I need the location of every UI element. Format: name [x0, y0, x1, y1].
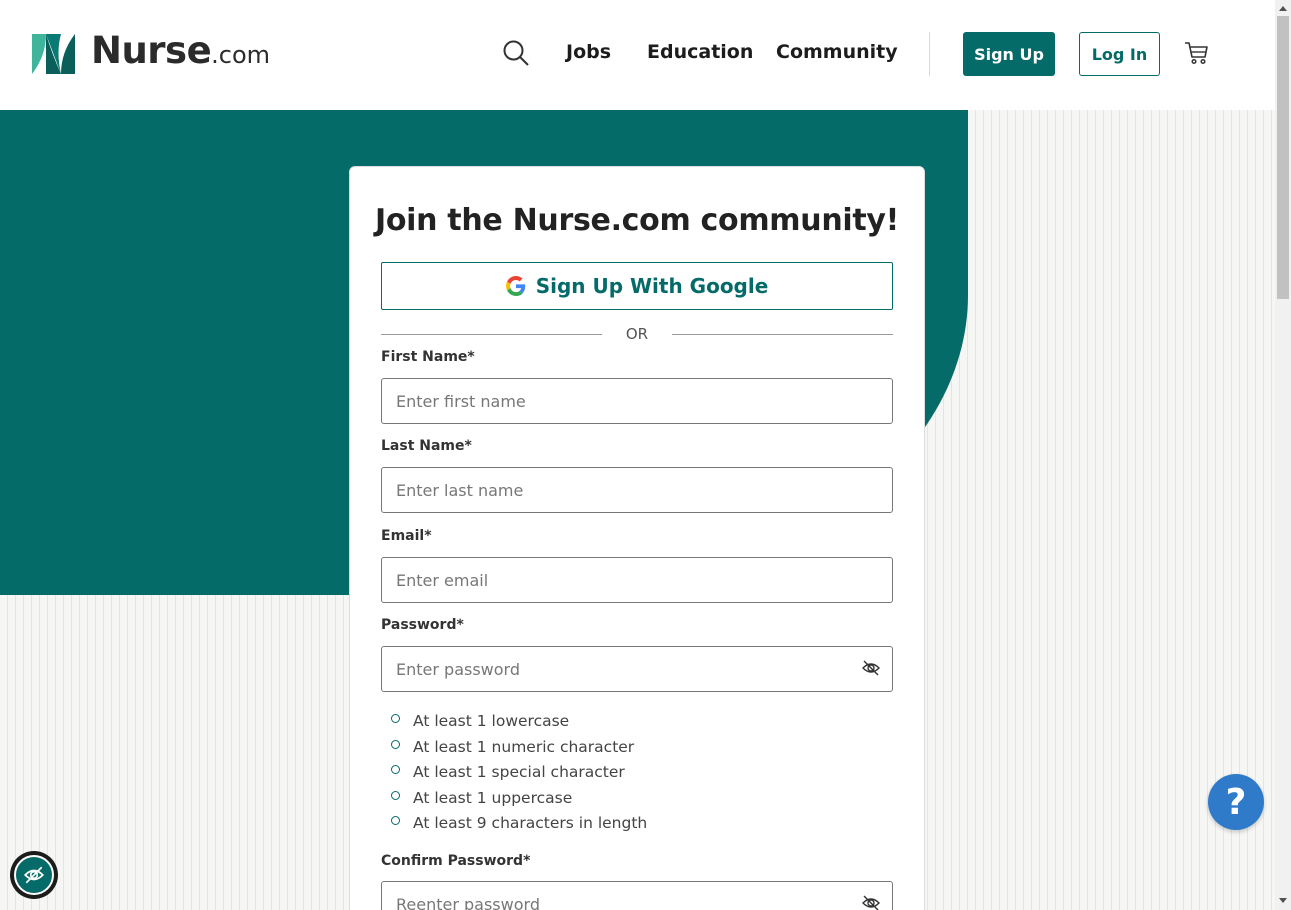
login-button[interactable]: Log In [1079, 32, 1160, 76]
nav-community[interactable]: Community [776, 39, 898, 65]
brand-logo[interactable]: Nurse.com [32, 32, 270, 74]
requirement-status-icon [391, 714, 400, 723]
eye-slash-icon [23, 866, 45, 884]
first-name-input[interactable] [381, 378, 893, 424]
toggle-confirm-password-visibility-icon[interactable] [861, 893, 881, 910]
or-line-right [672, 334, 893, 335]
form-title: Join the Nurse.com community! [374, 203, 900, 238]
requirement-status-icon [391, 739, 400, 749]
last-name-label: Last Name* [381, 438, 472, 454]
password-input[interactable] [381, 646, 893, 692]
google-signup-button[interactable]: Sign Up With Google [381, 262, 893, 310]
nav-education[interactable]: Education [647, 39, 753, 65]
accessibility-button[interactable] [10, 851, 58, 899]
requirement-status-icon [391, 816, 400, 826]
requirement-item: At least 1 special character [389, 762, 647, 788]
help-question-icon: ? [1225, 781, 1247, 823]
requirement-status-icon [391, 790, 400, 800]
confirm-password-input[interactable] [381, 881, 893, 910]
help-button[interactable]: ? [1208, 774, 1264, 830]
scrollbar-thumb[interactable] [1277, 16, 1289, 299]
signup-card: Join the Nurse.com community! Sign Up Wi… [349, 166, 925, 910]
google-icon [505, 276, 525, 296]
requirement-item: At least 1 uppercase [389, 788, 647, 814]
brand-name: Nurse.com [91, 29, 271, 72]
or-divider: OR [381, 324, 893, 344]
nav-divider [929, 32, 930, 76]
scroll-down-arrow-icon[interactable] [1279, 898, 1287, 903]
last-name-input[interactable] [381, 467, 893, 513]
scroll-up-arrow-icon[interactable] [1279, 6, 1287, 11]
toggle-password-visibility-icon[interactable] [861, 658, 881, 678]
nav-jobs[interactable]: Jobs [566, 39, 611, 65]
requirement-item: At least 1 numeric character [389, 737, 647, 763]
requirement-item: At least 9 characters in length [389, 813, 647, 839]
password-requirements: At least 1 lowercase At least 1 numeric … [389, 711, 647, 839]
nurse-logo-icon [32, 34, 75, 74]
password-label: Password* [381, 617, 464, 633]
requirement-status-icon [391, 765, 400, 775]
page-scrollbar[interactable] [1275, 0, 1291, 910]
signup-button[interactable]: Sign Up [963, 32, 1055, 76]
google-signup-label: Sign Up With Google [535, 274, 769, 298]
accessibility-button-inner [14, 855, 54, 895]
requirement-item: At least 1 lowercase [389, 711, 647, 737]
email-label: Email* [381, 528, 432, 544]
confirm-password-label: Confirm Password* [381, 853, 531, 869]
search-icon[interactable] [502, 39, 530, 67]
first-name-label: First Name* [381, 349, 475, 365]
cart-icon[interactable] [1184, 40, 1210, 66]
site-header: Nurse.com Jobs Education Community Sign … [0, 0, 1275, 110]
email-input[interactable] [381, 557, 893, 603]
